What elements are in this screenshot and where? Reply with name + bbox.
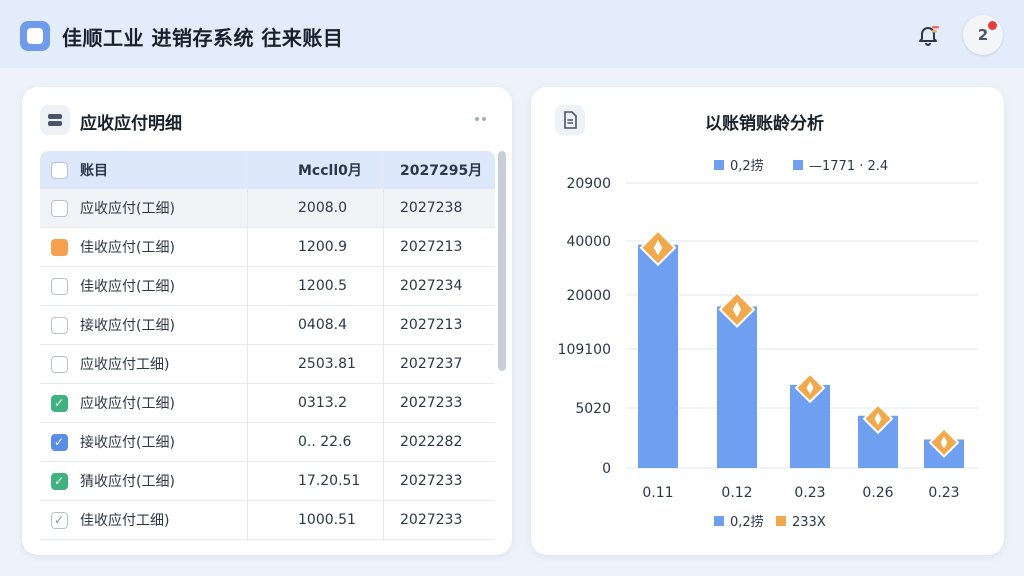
row-account-name: 佳收应付工细) xyxy=(80,513,170,529)
row-amount: 0.. 22.6 xyxy=(298,434,352,450)
page-title: 佳顺工业 进销存系统 往来账目 xyxy=(62,26,344,50)
legend-swatch xyxy=(793,160,803,170)
row-account-name: 应收应付(工细) xyxy=(80,201,175,217)
row-account-name: 佳收应付(工细) xyxy=(80,279,175,295)
row-amount: 0313.2 xyxy=(298,395,347,411)
column-header-account[interactable]: 账目 xyxy=(78,160,248,180)
more-options-icon[interactable] xyxy=(475,117,486,121)
table-row[interactable]: ✓ 佳收应付工细) 1000.51 2027233 xyxy=(40,501,495,540)
scrollbar-thumb[interactable] xyxy=(498,151,506,371)
row-amount: 1200.9 xyxy=(298,239,347,255)
avatar-label: 2 xyxy=(977,26,989,44)
column-header-amount[interactable]: Mccll0月 xyxy=(248,160,383,180)
x-tick-label: 0.26 xyxy=(862,485,893,501)
row-account-name: 应收应付(工细) xyxy=(80,396,175,412)
row-amount: 2008.0 xyxy=(298,200,347,216)
row-date: 2027234 xyxy=(400,278,463,294)
receivables-payables-card: 应收应付明细 账目 Mccll0月 2027295月 应收应付(工细) 2008.… xyxy=(22,87,512,555)
bar xyxy=(638,244,678,468)
row-checkbox[interactable] xyxy=(40,355,78,373)
row-date: 2027213 xyxy=(400,317,463,333)
legend-label: 0,2捞 xyxy=(730,514,764,530)
row-checkbox[interactable] xyxy=(40,238,78,256)
row-checkbox[interactable] xyxy=(40,199,78,217)
row-amount: 1000.51 xyxy=(298,512,356,528)
row-date: 2027233 xyxy=(400,473,463,489)
notification-badge xyxy=(988,21,997,30)
row-account-name: 接收应付(工细) xyxy=(80,435,175,451)
table-row[interactable]: 佳收应付(工细) 1200.5 2027234 xyxy=(40,267,495,306)
users-icon xyxy=(40,105,70,135)
legend-swatch xyxy=(776,516,786,526)
row-account-name: 佳收应付(工细) xyxy=(80,240,175,256)
table-row[interactable]: ✓ 猜收应付(工细) 17.20.51 2027233 xyxy=(40,462,495,501)
select-all-checkbox[interactable] xyxy=(40,161,78,179)
user-avatar[interactable]: 2 xyxy=(963,15,1003,55)
bar xyxy=(717,306,757,468)
row-date: 2027238 xyxy=(400,200,463,216)
legend-swatch xyxy=(714,160,724,170)
y-tick-label: 0 xyxy=(602,461,611,477)
aging-bar-chart: 0,2捞 —1771 · 2.4 20900 40000 20000 109100 5020… xyxy=(558,158,978,530)
legend-label: 0,2捞 xyxy=(730,158,764,174)
table-body: 应收应付(工细) 2008.0 2027238 佳收应付(工细) 1200.9 20272… xyxy=(40,189,495,540)
row-date: 2027233 xyxy=(400,512,463,528)
x-tick-label: 0.23 xyxy=(928,485,959,501)
row-amount: 2503.81 xyxy=(298,356,356,372)
aging-analysis-card: 以账销账龄分析 0,2捞 —1771 · 2.4 20900 40000 20000 10… xyxy=(531,87,1004,555)
legend-swatch xyxy=(714,516,724,526)
app-logo-icon xyxy=(20,21,50,51)
row-date: 2027233 xyxy=(400,395,463,411)
column-header-date[interactable]: 2027295月 xyxy=(383,160,495,180)
x-tick-label: 0.11 xyxy=(642,485,673,501)
row-account-name: 接收应付(工细) xyxy=(80,318,175,334)
notification-bell-icon[interactable] xyxy=(908,15,948,55)
card-title: 应收应付明细 xyxy=(80,114,182,134)
row-checkbox[interactable]: ✓ xyxy=(40,394,78,412)
row-date: 2027237 xyxy=(400,356,463,372)
y-tick-label: 5020 xyxy=(575,401,611,417)
legend-label: —1771 · 2.4 xyxy=(809,159,888,174)
y-tick-label: 20000 xyxy=(566,288,611,304)
row-checkbox[interactable] xyxy=(40,277,78,295)
row-account-name: 应收应付工细) xyxy=(80,357,170,373)
x-tick-label: 0.23 xyxy=(794,485,825,501)
row-checkbox[interactable]: ✓ xyxy=(40,511,78,529)
detail-table: 账目 Mccll0月 2027295月 应收应付(工细) 2008.0 202723… xyxy=(40,151,495,541)
row-amount: 0408.4 xyxy=(298,317,347,333)
app-header: 佳顺工业 进销存系统 往来账目 2 xyxy=(0,0,1024,68)
y-tick-label: 40000 xyxy=(566,234,611,250)
x-tick-label: 0.12 xyxy=(721,485,752,501)
table-row[interactable]: 佳收应付(工细) 1200.9 2027213 xyxy=(40,228,495,267)
y-tick-label: 109100 xyxy=(558,342,611,358)
table-row[interactable]: 接收应付(工细) 0408.4 2027213 xyxy=(40,306,495,345)
row-date: 2022282 xyxy=(400,434,463,450)
table-row[interactable]: 应收应付(工细) 2008.0 2027238 xyxy=(40,189,495,228)
row-date: 2027213 xyxy=(400,239,463,255)
row-checkbox[interactable]: ✓ xyxy=(40,472,78,490)
table-header-row: 账目 Mccll0月 2027295月 xyxy=(40,151,495,189)
table-row[interactable]: ✓ 接收应付(工细) 0.. 22.6 2022282 xyxy=(40,423,495,462)
y-tick-label: 20900 xyxy=(566,176,611,192)
table-row[interactable]: ✓ 应收应付(工细) 0313.2 2027233 xyxy=(40,384,495,423)
column-divider xyxy=(247,151,248,541)
row-amount: 17.20.51 xyxy=(298,473,361,489)
row-checkbox[interactable] xyxy=(40,316,78,334)
row-amount: 1200.5 xyxy=(298,278,347,294)
legend-label: 233X xyxy=(792,515,826,530)
table-scrollbar[interactable] xyxy=(498,151,506,541)
table-row[interactable]: 应收应付工细) 2503.81 2027237 xyxy=(40,345,495,384)
column-divider xyxy=(383,151,384,541)
row-checkbox[interactable]: ✓ xyxy=(40,433,78,451)
row-account-name: 猜收应付(工细) xyxy=(80,474,175,490)
